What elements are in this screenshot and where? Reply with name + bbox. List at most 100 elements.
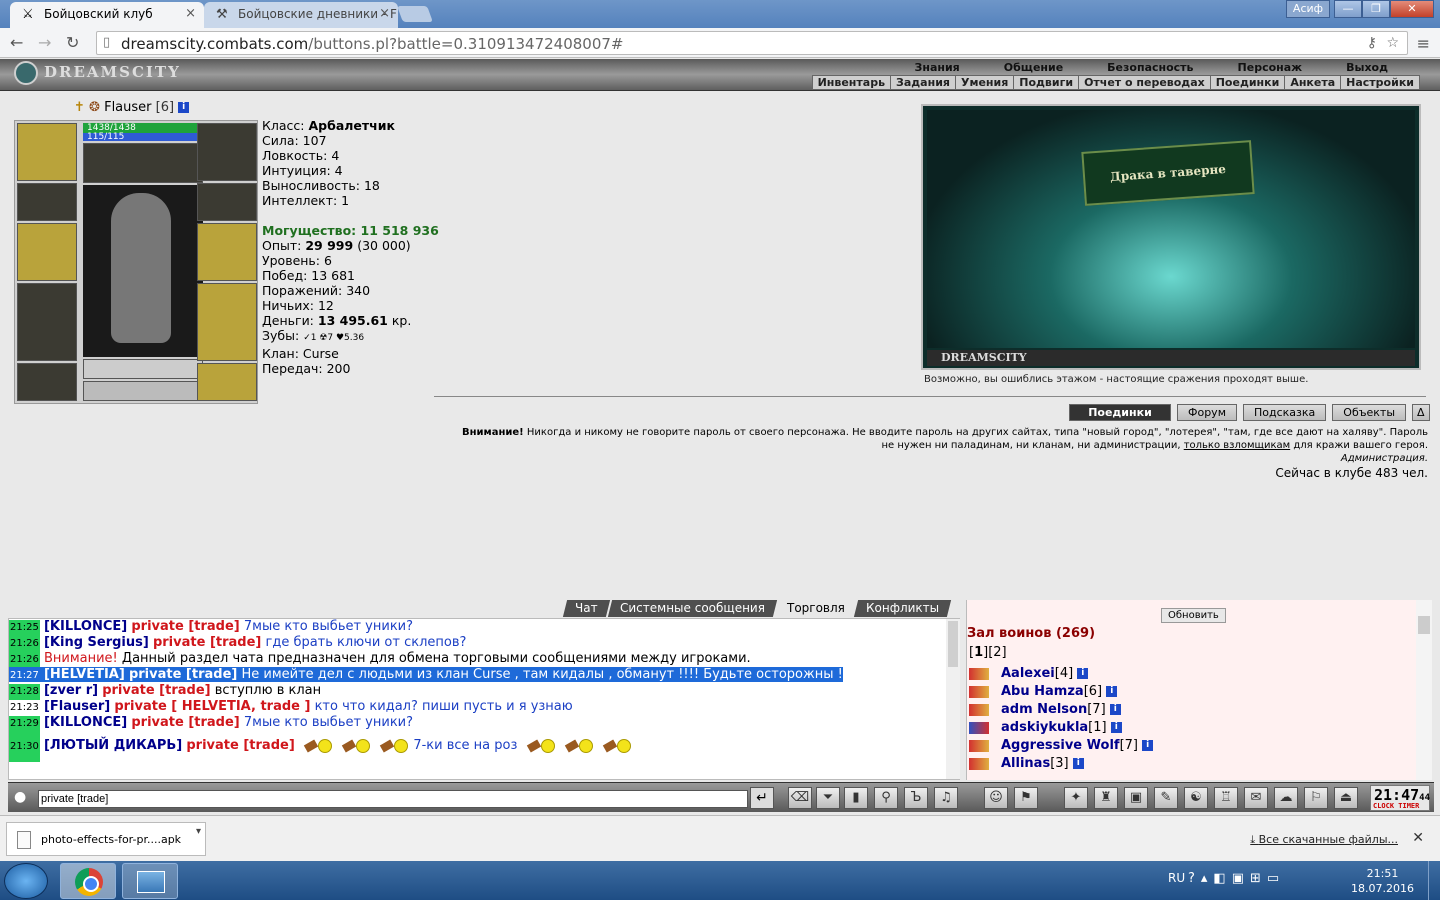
forward-icon[interactable]: →: [38, 33, 51, 52]
maximize-button[interactable]: ❐: [1362, 0, 1390, 18]
tab-conflicts[interactable]: Конфликты: [854, 600, 952, 617]
tab-fight-diaries[interactable]: ⚒ Бойцовские дневники - F ×: [204, 2, 398, 28]
translit-icon[interactable]: Ъ: [904, 787, 928, 809]
player-row[interactable]: adm Nelson[7] i: [969, 702, 1121, 717]
submenu-settings[interactable]: Настройки: [1341, 76, 1419, 89]
menu-exit[interactable]: Выход: [1324, 61, 1410, 74]
browser-menu-icon[interactable]: ≡: [1417, 34, 1430, 53]
send-button[interactable]: ↵: [750, 787, 774, 809]
chat-user-icon[interactable]: ●: [14, 789, 26, 805]
submenu-skills[interactable]: Умения: [956, 76, 1015, 89]
filter-icon[interactable]: ⏷: [816, 787, 840, 809]
armor-icon[interactable]: ♖: [1214, 787, 1238, 809]
close-tab-icon[interactable]: ×: [379, 6, 390, 21]
fight-invite-icon[interactable]: [969, 685, 989, 698]
menu-security[interactable]: Безопасность: [1085, 61, 1215, 74]
shield-slot[interactable]: [197, 223, 257, 281]
mask-icon[interactable]: ☯: [1184, 787, 1208, 809]
eraser-icon[interactable]: ⌫: [788, 787, 812, 809]
fight-invite-icon[interactable]: [969, 757, 989, 770]
earrings-rings-slot[interactable]: [197, 123, 257, 181]
warning-link[interactable]: только взломщикам: [1184, 440, 1290, 451]
submenu-transfers-report[interactable]: Отчет о переводах: [1079, 76, 1211, 89]
chest-icon[interactable]: ▣: [1124, 787, 1148, 809]
menu-character[interactable]: Персонаж: [1216, 61, 1325, 74]
bookmark-star-icon[interactable]: ☆: [1386, 35, 1399, 51]
all-downloads-link[interactable]: ⤓ Все скачанные файлы...: [1250, 833, 1398, 847]
chat-tag[interactable]: private [trade]: [129, 667, 237, 682]
reload-icon[interactable]: ↻: [66, 33, 79, 52]
submenu-quests[interactable]: Задания: [891, 76, 956, 89]
key-icon[interactable]: ⚷: [1367, 35, 1377, 51]
player-row[interactable]: Allinas[3] i: [969, 756, 1084, 771]
address-bar[interactable]: ▯ dreamscity.combats.com/buttons.pl?batt…: [96, 31, 1408, 55]
download-item[interactable]: photo-effects-for-pr....apk: [6, 822, 206, 856]
helmet-slot[interactable]: [17, 123, 77, 181]
player-name[interactable]: Aalexei: [1001, 666, 1055, 681]
start-button[interactable]: [4, 863, 48, 899]
chat-nick[interactable]: [ЛЮТЫЙ ДИКАРЬ]: [44, 738, 182, 753]
rune-slots[interactable]: [83, 359, 203, 379]
menu-communication[interactable]: Общение: [982, 61, 1085, 74]
page-link[interactable]: [2]: [988, 645, 1006, 660]
bag-icon[interactable]: ♜: [1094, 787, 1118, 809]
fight-invite-icon[interactable]: [969, 703, 989, 716]
chat-nick[interactable]: [Flauser]: [44, 699, 110, 714]
scroll-icon[interactable]: ✎: [1154, 787, 1178, 809]
system-tray-icons[interactable]: ?▴◧▣⊞▭: [1188, 871, 1285, 886]
submenu-inventory[interactable]: Инвентарь: [813, 76, 892, 89]
info-icon[interactable]: i: [1106, 686, 1118, 697]
clan-icon[interactable]: ⚑: [1014, 787, 1038, 809]
leggings-slot[interactable]: [197, 283, 257, 361]
info-icon[interactable]: i: [1110, 722, 1122, 733]
player-row[interactable]: Aggressive Wolf[7] i: [969, 738, 1154, 753]
minimize-button[interactable]: —: [1334, 0, 1362, 18]
smiley-menu-icon[interactable]: ☺: [984, 787, 1008, 809]
gift-icon[interactable]: ✉: [1244, 787, 1268, 809]
back-icon[interactable]: ←: [10, 33, 23, 52]
fight-invite-icon[interactable]: [969, 721, 989, 734]
extra-slots[interactable]: [83, 381, 203, 401]
chat-input[interactable]: [38, 790, 748, 808]
chat-tag[interactable]: private [trade]: [186, 738, 294, 753]
language-indicator[interactable]: RU: [1168, 871, 1185, 885]
potion-slots[interactable]: [83, 143, 203, 183]
info-icon[interactable]: i: [1077, 668, 1089, 679]
gloves-slot[interactable]: [197, 183, 257, 221]
player-name[interactable]: Allinas: [1001, 756, 1050, 771]
hall-scrollbar[interactable]: [1416, 600, 1432, 780]
chat-nick[interactable]: [KILLONCE]: [44, 715, 127, 730]
show-desktop-button[interactable]: [1428, 861, 1440, 900]
chat-nick[interactable]: [zver r]: [44, 683, 98, 698]
boots-slot[interactable]: [197, 363, 257, 401]
walk-icon[interactable]: ⚲: [874, 787, 898, 809]
chat-nick[interactable]: [HELVETIA]: [44, 667, 125, 682]
info-icon[interactable]: i: [1142, 740, 1154, 751]
exit-icon[interactable]: ⏏: [1334, 787, 1358, 809]
photo-viewer-taskbar-button[interactable]: [122, 863, 178, 899]
forum-button[interactable]: Форум: [1177, 404, 1237, 421]
tab-system-messages[interactable]: Системные сообщения: [607, 600, 777, 617]
hint-button[interactable]: Подсказка: [1243, 404, 1327, 421]
player-name[interactable]: Abu Hamza: [1001, 684, 1084, 699]
sound-icon[interactable]: ♫: [934, 787, 958, 809]
ghost-icon[interactable]: ☁: [1274, 787, 1298, 809]
fights-button[interactable]: Поединки: [1069, 404, 1171, 421]
door-icon[interactable]: ▮: [844, 787, 868, 809]
fight-invite-icon[interactable]: [969, 667, 989, 680]
chevron-down-icon[interactable]: ▾: [196, 826, 201, 837]
player-row[interactable]: Abu Hamza[6] i: [969, 684, 1118, 699]
chat-tag[interactable]: private [trade]: [131, 715, 239, 730]
fight-invite-icon[interactable]: [969, 739, 989, 752]
objects-button[interactable]: Объекты: [1332, 404, 1406, 421]
info-icon[interactable]: i: [1072, 758, 1084, 769]
belt-slot[interactable]: [17, 363, 77, 401]
weapon-slot[interactable]: [17, 223, 77, 281]
menu-knowledge[interactable]: Знания: [893, 61, 982, 74]
chat-tag[interactable]: private [ HELVETIA, trade ]: [114, 699, 310, 714]
refresh-button[interactable]: Обновить: [1161, 608, 1226, 623]
bracers-slot[interactable]: [17, 183, 77, 221]
tab-fight-club[interactable]: ⚔ Бойцовский клуб ×: [10, 2, 204, 28]
player-row[interactable]: Aalexei[4] i: [969, 666, 1089, 681]
delta-button[interactable]: Δ: [1412, 404, 1430, 421]
